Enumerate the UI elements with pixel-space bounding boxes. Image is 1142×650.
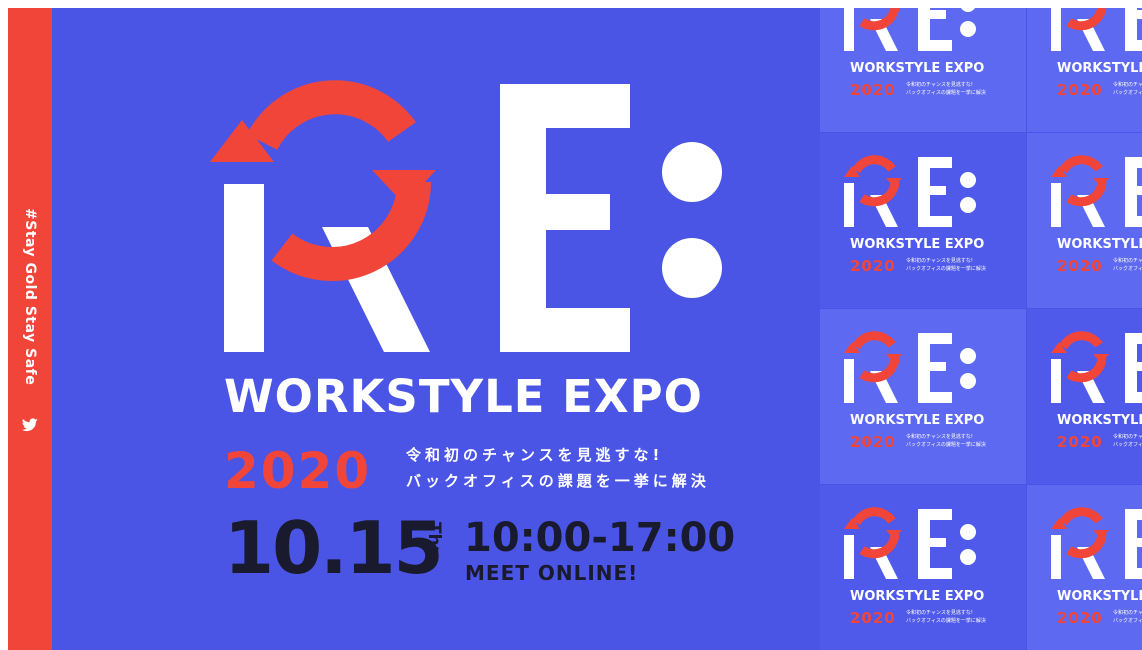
tile-re-logo bbox=[1051, 331, 1142, 403]
event-year: 2020 bbox=[224, 442, 372, 500]
twitter-icon[interactable] bbox=[22, 418, 38, 432]
tile-grid: WORKSTYLE EXPO 2020 令和初のチャンスを見逃すな! バックオフィスの… bbox=[820, 8, 1142, 650]
tile-title: WORKSTYLE EXPO bbox=[850, 237, 985, 252]
logo-e-bottom bbox=[500, 308, 630, 352]
tile-re-logo bbox=[1051, 155, 1142, 227]
tile-tagline-2: バックオフィスの課題を一挙に解決 bbox=[906, 266, 986, 272]
tile-tagline-1: 令和初のチャンスを見逃すな! bbox=[906, 82, 973, 88]
logo-tile: WORKSTYLE EXPO 2020 令和初のチャンスを見逃すな! バックオフィスの… bbox=[1027, 8, 1142, 132]
tile-year: 2020 bbox=[850, 609, 896, 627]
re-logo bbox=[210, 80, 722, 352]
tile-tagline-2: バックオフィスの課題を一挙に解決 bbox=[906, 442, 986, 448]
logo-tile: WORKSTYLE EXPO 2020 令和初のチャンスを見逃すな! バックオフィスの… bbox=[820, 133, 1026, 308]
tile-tagline: 令和初のチャンスを見逃すな! バックオフィスの課題を一挙に解決 bbox=[1113, 433, 1142, 449]
hero-section: WORKSTYLE EXPO 2020 令和初のチャンスを見逃すな! バックオフ… bbox=[52, 8, 820, 650]
event-venue: MEET ONLINE! bbox=[465, 561, 639, 585]
event-time: 10:00-17:00 bbox=[464, 515, 736, 561]
tile-title: WORKSTYLE EXPO bbox=[1057, 589, 1142, 604]
tagline: 令和初のチャンスを見逃すな! バックオフィスの課題を一挙に解決 bbox=[406, 442, 710, 494]
logo-colon-bottom bbox=[662, 238, 722, 298]
event-weekday: Thu bbox=[424, 522, 444, 558]
tile-tagline-2: バックオフィスの課題を一挙に解決 bbox=[1113, 266, 1142, 272]
tile-title: WORKSTYLE EXPO bbox=[850, 61, 985, 76]
logo-r-stem bbox=[224, 184, 264, 352]
tile-re-logo bbox=[844, 507, 976, 579]
tile-title: WORKSTYLE EXPO bbox=[1057, 237, 1142, 252]
tile-tagline-1: 令和初のチャンスを見逃すな! bbox=[906, 434, 973, 440]
tile-title: WORKSTYLE EXPO bbox=[850, 413, 985, 428]
page-frame: #Stay Gold Stay Safe WORKSTYLE EXPO 2020… bbox=[8, 8, 1142, 650]
tile-re-logo bbox=[844, 155, 976, 227]
logo-e-mid bbox=[520, 194, 610, 230]
tagline-line-2: バックオフィスの課題を一挙に解決 bbox=[406, 472, 710, 490]
tile-re-logo bbox=[1051, 8, 1142, 51]
tile-year: 2020 bbox=[1057, 257, 1103, 275]
tile-year: 2020 bbox=[1057, 433, 1103, 451]
tile-title: WORKSTYLE EXPO bbox=[850, 589, 985, 604]
tile-tagline-1: 令和初のチャンスを見逃すな! bbox=[906, 258, 973, 264]
logo-e-top bbox=[500, 84, 630, 128]
tile-year: 2020 bbox=[850, 257, 896, 275]
tile-re-logo bbox=[1051, 507, 1142, 579]
tile-tagline-2: バックオフィスの課題を一挙に解決 bbox=[1113, 442, 1142, 448]
tile-title: WORKSTYLE EXPO bbox=[1057, 61, 1142, 76]
tile-tagline-2: バックオフィスの課題を一挙に解決 bbox=[906, 618, 986, 624]
tile-tagline: 令和初のチャンスを見逃すな! バックオフィスの課題を一挙に解決 bbox=[906, 257, 986, 273]
logo-tile: WORKSTYLE EXPO 2020 令和初のチャンスを見逃すな! バックオフィスの… bbox=[1027, 485, 1142, 650]
tagline-line-1: 令和初のチャンスを見逃すな! bbox=[406, 446, 664, 464]
tile-tagline: 令和初のチャンスを見逃すな! バックオフィスの課題を一挙に解決 bbox=[1113, 609, 1142, 625]
tile-year: 2020 bbox=[1057, 609, 1103, 627]
tile-tagline-2: バックオフィスの課題を一挙に解決 bbox=[1113, 90, 1142, 96]
logo-tile: WORKSTYLE EXPO 2020 令和初のチャンスを見逃すな! バックオフィスの… bbox=[820, 485, 1026, 650]
tile-tagline-1: 令和初のチャンスを見逃すな! bbox=[1113, 82, 1142, 88]
tile-title: WORKSTYLE EXPO bbox=[1057, 413, 1142, 428]
tile-tagline: 令和初のチャンスを見逃すな! バックオフィスの課題を一挙に解決 bbox=[906, 433, 986, 449]
tile-tagline: 令和初のチャンスを見逃すな! バックオフィスの課題を一挙に解決 bbox=[906, 81, 986, 97]
hashtag-text: #Stay Gold Stay Safe bbox=[22, 208, 38, 386]
tile-year: 2020 bbox=[850, 81, 896, 99]
tile-tagline-1: 令和初のチャンスを見逃すな! bbox=[1113, 434, 1142, 440]
expo-title: WORKSTYLE EXPO bbox=[224, 370, 703, 423]
tile-year: 2020 bbox=[850, 433, 896, 451]
tile-tagline: 令和初のチャンスを見逃すな! バックオフィスの課題を一挙に解決 bbox=[1113, 81, 1142, 97]
sidebar-inner: #Stay Gold Stay Safe bbox=[13, 208, 47, 448]
tile-year: 2020 bbox=[1057, 81, 1103, 99]
tile-tagline: 令和初のチャンスを見逃すな! バックオフィスの課題を一挙に解決 bbox=[1113, 257, 1142, 273]
logo-colon-top bbox=[662, 142, 722, 202]
sidebar-social: #Stay Gold Stay Safe bbox=[8, 8, 52, 650]
tile-tagline-1: 令和初のチャンスを見逃すな! bbox=[1113, 258, 1142, 264]
tile-re-logo bbox=[844, 8, 976, 51]
tile-tagline: 令和初のチャンスを見逃すな! バックオフィスの課題を一挙に解決 bbox=[906, 609, 986, 625]
tile-re-logo bbox=[844, 331, 976, 403]
logo-tile: WORKSTYLE EXPO 2020 令和初のチャンスを見逃すな! バックオフィスの… bbox=[1027, 309, 1142, 484]
logo-tile: WORKSTYLE EXPO 2020 令和初のチャンスを見逃すな! バックオフィスの… bbox=[1027, 133, 1142, 308]
event-date: 10.15 bbox=[224, 506, 444, 590]
tile-tagline-1: 令和初のチャンスを見逃すな! bbox=[1113, 610, 1142, 616]
tile-tagline-2: バックオフィスの課題を一挙に解決 bbox=[1113, 618, 1142, 624]
tile-tagline-1: 令和初のチャンスを見逃すな! bbox=[906, 610, 973, 616]
logo-tile: WORKSTYLE EXPO 2020 令和初のチャンスを見逃すな! バックオフィスの… bbox=[820, 8, 1026, 132]
tile-tagline-2: バックオフィスの課題を一挙に解決 bbox=[906, 90, 986, 96]
logo-tile: WORKSTYLE EXPO 2020 令和初のチャンスを見逃すな! バックオフィスの… bbox=[820, 309, 1026, 484]
